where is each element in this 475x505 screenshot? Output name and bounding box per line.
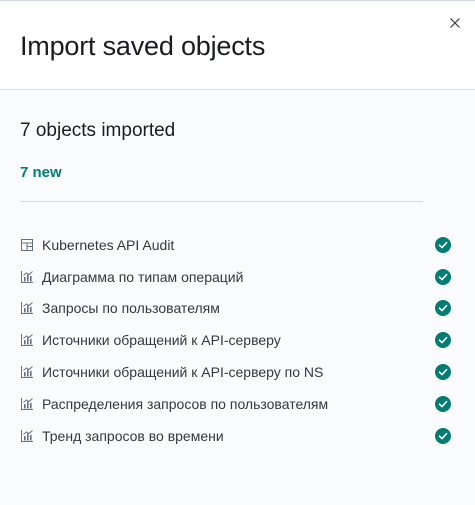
list-item: Kubernetes API Audit xyxy=(20,229,452,261)
object-title: Источники обращений к API-серверу xyxy=(42,332,281,349)
visualization-icon xyxy=(20,397,34,411)
flyout-title: Import saved objects xyxy=(20,31,266,61)
visualization-icon xyxy=(20,333,34,347)
check-circle-icon xyxy=(435,364,451,381)
object-title: Kubernetes API Audit xyxy=(42,236,175,253)
check-circle-icon xyxy=(435,268,451,285)
list-item: Тренд запросов во времени xyxy=(20,420,452,452)
close-icon[interactable] xyxy=(447,15,463,31)
visualization-icon xyxy=(20,270,34,284)
list-item: Диаграмма по типам операций xyxy=(20,261,452,293)
check-circle-icon xyxy=(435,300,451,317)
object-title: Тренд запросов во времени xyxy=(42,427,224,444)
visualization-icon xyxy=(20,365,34,379)
flyout-header: Import saved objects xyxy=(0,1,475,90)
import-summary: 7 objects imported xyxy=(20,120,176,141)
check-circle-icon xyxy=(435,427,451,444)
list-item: Запросы по пользователям xyxy=(20,293,452,325)
object-title: Источники обращений к API-серверу по NS xyxy=(42,364,324,381)
check-circle-icon xyxy=(435,395,451,412)
list-item: Источники обращений к API-серверу по NS xyxy=(20,356,452,388)
object-title: Распределения запросов по пользователям xyxy=(42,395,329,412)
list-item: Источники обращений к API-серверу xyxy=(20,324,452,356)
check-circle-icon xyxy=(435,332,451,349)
visualization-icon xyxy=(20,301,34,315)
dashboard-icon xyxy=(20,238,34,252)
check-circle-icon xyxy=(435,236,451,253)
new-count-label: 7 new xyxy=(20,164,62,181)
visualization-icon xyxy=(20,429,34,443)
divider xyxy=(20,201,423,202)
object-title: Диаграмма по типам операций xyxy=(42,268,244,285)
imported-objects-list: Kubernetes API Audit Диаграмма по типам … xyxy=(20,229,452,452)
object-title: Запросы по пользователям xyxy=(42,300,220,317)
flyout-body: 7 objects imported 7 new Kubernetes API … xyxy=(0,90,475,505)
list-item: Распределения запросов по пользователям xyxy=(20,388,452,420)
import-flyout: Import saved objects 7 objects imported … xyxy=(0,0,475,505)
